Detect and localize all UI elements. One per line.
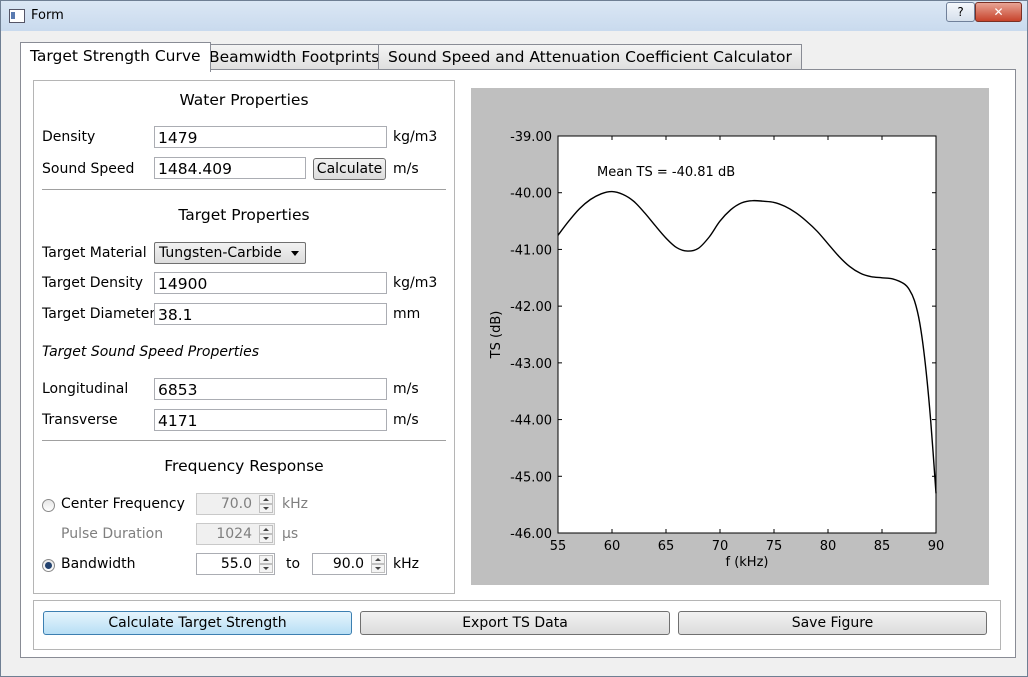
mean-ts-annotation: Mean TS = -40.81 dB <box>597 165 735 180</box>
sound-speed-field[interactable]: 1484.409 <box>154 157 306 179</box>
app-window: Form ? ✕ Target Strength Curve Beamwidth… <box>0 0 1028 677</box>
center-frequency-unit: kHz <box>282 496 308 512</box>
tab-beamwidth-footprints[interactable]: Beamwidth Footprints <box>199 44 390 70</box>
center-frequency-spinbox[interactable]: 70.0 <box>196 493 275 515</box>
y-tick-label: -41.00 <box>510 243 552 258</box>
separator <box>42 189 446 191</box>
target-density-label: Target Density <box>42 275 143 291</box>
ts-chart: 55 60 65 70 75 80 85 90 -39.00 -40.00 -41.00 -42.00… <box>489 130 945 570</box>
center-frequency-label: Center Frequency <box>61 496 185 512</box>
target-density-unit: kg/m3 <box>393 275 438 291</box>
target-density-field[interactable]: 14900 <box>154 272 387 294</box>
x-tick-label: 70 <box>712 539 729 554</box>
target-sound-speed-heading: Target Sound Speed Properties <box>42 344 260 360</box>
spin-up-icon[interactable] <box>259 525 273 534</box>
longitudinal-field[interactable]: 6853 <box>154 378 387 400</box>
bandwidth-from-value: 55.0 <box>220 556 252 572</box>
plot-axes <box>557 135 937 534</box>
x-tick-label: 60 <box>604 539 621 554</box>
target-diameter-field[interactable]: 38.1 <box>154 303 387 325</box>
target-diameter-label: Target Diameter <box>42 306 156 322</box>
tab-sound-speed-calculator[interactable]: Sound Speed and Attenuation Coefficient … <box>378 44 802 70</box>
x-tick-label: 80 <box>820 539 837 554</box>
separator <box>42 440 446 442</box>
pulse-duration-value: 1024 <box>216 526 252 542</box>
target-material-dropdown[interactable]: Tungsten-Carbide <box>154 242 306 264</box>
ts-plot-canvas: 55 60 65 70 75 80 85 90 -39.00 -40.00 -41.00 -42.00… <box>471 88 989 585</box>
target-properties-heading: Target Properties <box>178 206 310 224</box>
tab-target-strength-curve[interactable]: Target Strength Curve <box>20 42 211 72</box>
y-tick-label: -44.00 <box>510 414 552 429</box>
app-icon <box>9 9 25 23</box>
bandwidth-to-spinbox[interactable]: 90.0 <box>312 553 387 575</box>
center-frequency-value: 70.0 <box>220 496 252 512</box>
sound-speed-label: Sound Speed <box>42 161 135 177</box>
y-tick-label: -45.00 <box>510 470 552 485</box>
target-diameter-unit: mm <box>393 306 421 322</box>
pulse-duration-spinbox[interactable]: 1024 <box>196 523 275 545</box>
x-tick-label: 75 <box>766 539 783 554</box>
client-area: Target Strength Curve Beamwidth Footprin… <box>8 31 1020 669</box>
density-unit: kg/m3 <box>393 129 438 145</box>
spin-down-icon[interactable] <box>259 564 273 573</box>
bandwidth-to-label: to <box>286 556 301 572</box>
x-tick-label: 55 <box>550 539 567 554</box>
window-title: Form <box>31 8 64 23</box>
spin-up-icon[interactable] <box>259 495 273 504</box>
transverse-label: Transverse <box>42 412 118 428</box>
longitudinal-unit: m/s <box>393 381 419 397</box>
water-properties-heading: Water Properties <box>179 91 309 109</box>
y-tick-label: -42.00 <box>510 300 552 315</box>
close-button[interactable]: ✕ <box>975 2 1022 22</box>
bandwidth-from-spinbox[interactable]: 55.0 <box>196 553 275 575</box>
spin-down-icon[interactable] <box>371 564 385 573</box>
calculate-target-strength-button[interactable]: Calculate Target Strength <box>43 611 352 635</box>
transverse-field[interactable]: 4171 <box>154 409 387 431</box>
bandwidth-label: Bandwidth <box>61 556 136 572</box>
pulse-duration-unit: µs <box>282 526 299 542</box>
frequency-response-heading: Frequency Response <box>164 457 324 475</box>
spin-up-icon[interactable] <box>259 555 273 564</box>
save-figure-button[interactable]: Save Figure <box>678 611 987 635</box>
bandwidth-to-value: 90.0 <box>332 556 364 572</box>
x-tick-label: 85 <box>874 539 891 554</box>
longitudinal-label: Longitudinal <box>42 381 129 397</box>
density-field[interactable]: 1479 <box>154 126 387 148</box>
chevron-down-icon <box>291 251 299 256</box>
y-axis-label: TS (dB) <box>489 311 504 360</box>
x-tick-label: 65 <box>658 539 675 554</box>
spin-down-icon[interactable] <box>259 504 273 513</box>
density-label: Density <box>42 129 96 145</box>
center-frequency-radio[interactable] <box>42 499 55 512</box>
calculate-button[interactable]: Calculate <box>313 158 386 180</box>
sound-speed-unit: m/s <box>393 161 419 177</box>
bandwidth-unit: kHz <box>393 556 419 572</box>
spin-up-icon[interactable] <box>371 555 385 564</box>
help-button[interactable]: ? <box>946 2 975 22</box>
y-tick-label: -46.00 <box>510 527 552 542</box>
bandwidth-radio[interactable] <box>42 559 55 572</box>
target-material-value: Tungsten-Carbide <box>159 245 282 261</box>
tab-pane: Water Properties Density 1479 kg/m3 Soun… <box>20 69 1016 658</box>
y-tick-label: -40.00 <box>510 187 552 202</box>
properties-panel: Water Properties Density 1479 kg/m3 Soun… <box>33 80 455 594</box>
title-bar: Form ? ✕ <box>1 1 1027 31</box>
spin-down-icon[interactable] <box>259 534 273 543</box>
export-ts-data-button[interactable]: Export TS Data <box>360 611 670 635</box>
x-tick-label: 90 <box>928 539 945 554</box>
x-axis-label: f (kHz) <box>726 555 769 570</box>
pulse-duration-label: Pulse Duration <box>61 526 164 542</box>
target-material-label: Target Material <box>42 245 147 261</box>
action-bar: Calculate Target Strength Export TS Data… <box>33 600 1001 650</box>
transverse-unit: m/s <box>393 412 419 428</box>
y-tick-label: -39.00 <box>510 130 552 145</box>
y-tick-label: -43.00 <box>510 357 552 372</box>
